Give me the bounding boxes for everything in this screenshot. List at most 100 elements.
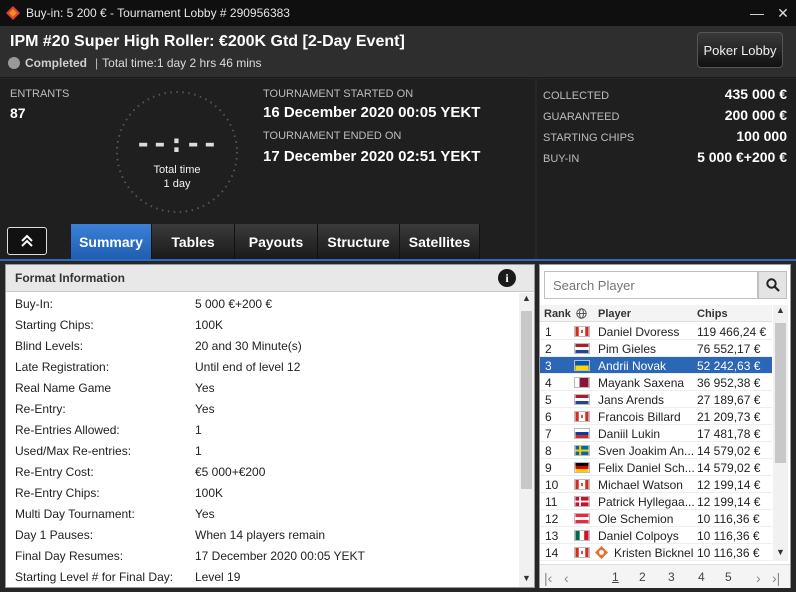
- player-row[interactable]: 7 Daniil Lukin 17 481,78 €: [540, 425, 772, 442]
- tab-summary[interactable]: Summary: [71, 224, 152, 259]
- prev-page-icon[interactable]: ‹: [564, 570, 569, 586]
- player-chips: 36 952,38 €: [697, 376, 761, 390]
- format-key: Used/Max Re-entries:: [15, 444, 132, 458]
- format-value: 100K: [195, 318, 224, 332]
- collapse-button[interactable]: [7, 227, 47, 255]
- last-page-icon[interactable]: ›|: [772, 570, 780, 586]
- format-row: Multi Day Tournament: Yes: [6, 503, 518, 524]
- player-row[interactable]: 1 Daniel Dvoress 119 466,24 €: [540, 323, 772, 340]
- buyin-value: 5 000 €+200 €: [697, 149, 787, 165]
- format-title: Format Information: [15, 271, 125, 285]
- format-value: Yes: [195, 507, 215, 521]
- format-key: Buy-In:: [15, 297, 54, 311]
- col-chips[interactable]: Chips: [697, 308, 728, 320]
- player-rank: 4: [545, 376, 552, 390]
- player-name: Daniel Colpoys: [598, 529, 679, 543]
- tab-structure[interactable]: Structure: [318, 224, 400, 259]
- status-separator: |: [95, 56, 99, 70]
- player-row[interactable]: 10 Michael Watson 12 199,14 €: [540, 476, 772, 493]
- players-scrollbar[interactable]: ▲ ▼: [773, 305, 788, 561]
- scroll-thumb[interactable]: [521, 311, 532, 489]
- next-page-icon[interactable]: ›: [756, 570, 761, 586]
- started-value: 16 December 2020 00:05 YEKT: [263, 104, 481, 121]
- format-key: Re-Entries Allowed:: [15, 423, 120, 437]
- format-key: Re-Entry Chips:: [15, 486, 100, 500]
- flag-nl-icon: [574, 343, 590, 354]
- player-rank: 1: [545, 325, 552, 339]
- flag-de-icon: [574, 462, 590, 473]
- title-bar: Buy-in: 5 200 € - Tournament Lobby # 290…: [0, 0, 796, 26]
- tab-tables[interactable]: Tables: [152, 224, 235, 259]
- player-row[interactable]: 11 Patrick Hyllegaa... 12 199,14 €: [540, 493, 772, 510]
- info-icon[interactable]: i: [498, 269, 516, 287]
- guaranteed-label: GUARANTEED: [543, 111, 620, 123]
- col-player[interactable]: Player: [598, 308, 631, 320]
- page-link[interactable]: 4: [698, 570, 705, 584]
- scroll-down-icon[interactable]: ▼: [519, 573, 534, 587]
- format-value: When 14 players remain: [195, 528, 326, 542]
- player-name: Felix Daniel Sch...: [598, 461, 695, 475]
- players-pager: |‹ ‹ 1 2 3 4 5 › ›|: [540, 564, 790, 588]
- format-value: 100K: [195, 486, 224, 500]
- page-link[interactable]: 3: [668, 570, 675, 584]
- tournament-lobby-window: Buy-in: 5 200 € - Tournament Lobby # 290…: [0, 0, 796, 592]
- format-row: Re-Entry: Yes: [6, 398, 518, 419]
- search-player-input[interactable]: [545, 272, 757, 298]
- format-value: 5 000 €+200 €: [195, 297, 273, 311]
- close-button[interactable]: ✕: [770, 0, 796, 26]
- format-row: Used/Max Re-entries: 1: [6, 440, 518, 461]
- player-chips: 10 116,36 €: [697, 529, 760, 543]
- player-chips: 17 481,78 €: [697, 427, 761, 441]
- entrants-label: ENTRANTS: [10, 88, 70, 100]
- clock-digits: --:--: [135, 129, 219, 159]
- player-row[interactable]: 8 Sven Joakim An... 14 579,02 €: [540, 442, 772, 459]
- format-value: €5 000+€200: [195, 465, 266, 479]
- player-row[interactable]: 12 Ole Schemion 10 116,36 €: [540, 510, 772, 527]
- first-page-icon[interactable]: |‹: [544, 570, 552, 586]
- minimize-button[interactable]: —: [744, 0, 770, 26]
- globe-icon[interactable]: [576, 308, 587, 319]
- starting-chips-row: STARTING CHIPS 100 000: [543, 128, 787, 144]
- player-row[interactable]: 13 Daniel Colpoys 10 116,36 €: [540, 527, 772, 544]
- page-link[interactable]: 1: [612, 570, 619, 584]
- search-button[interactable]: [758, 271, 787, 299]
- player-row[interactable]: 5 Jans Arends 27 189,67 €: [540, 391, 772, 408]
- player-row[interactable]: 6 Francois Billard 21 209,73 €: [540, 408, 772, 425]
- flag-ru-icon: [574, 428, 590, 439]
- format-value: Level 19: [195, 570, 241, 584]
- player-rank: 6: [545, 410, 552, 424]
- format-row: Day 1 Pauses: When 14 players remain: [6, 524, 518, 545]
- player-rank: 11: [545, 495, 558, 509]
- format-key: Blind Levels:: [15, 339, 84, 353]
- format-key: Starting Chips:: [15, 318, 94, 332]
- scroll-up-icon[interactable]: ▲: [519, 293, 534, 307]
- window-title: Buy-in: 5 200 € - Tournament Lobby # 290…: [26, 6, 290, 20]
- format-row: Re-Entry Chips: 100K: [6, 482, 518, 503]
- poker-lobby-button[interactable]: Poker Lobby: [697, 32, 783, 68]
- clock-caption-total: Total time: [153, 164, 201, 176]
- player-rank: 12: [545, 512, 559, 526]
- player-row[interactable]: 3 Andrii Novak 52 242,63 €: [540, 357, 772, 374]
- player-row[interactable]: 14 Kristen Bicknel 10 116,36 €: [540, 544, 772, 561]
- scroll-down-icon[interactable]: ▼: [773, 547, 788, 561]
- player-row[interactable]: 2 Pim Gieles 76 552,17 €: [540, 340, 772, 357]
- player-row[interactable]: 4 Mayank Saxena 36 952,38 €: [540, 374, 772, 391]
- player-name: Daniel Dvoress: [598, 325, 680, 339]
- search-box[interactable]: [544, 271, 758, 299]
- format-rows: Buy-In: 5 000 €+200 € Starting Chips: 100K…: [6, 293, 518, 587]
- tab-satellites[interactable]: Satellites: [400, 224, 480, 259]
- player-name: Jans Arends: [598, 393, 665, 407]
- format-scrollbar[interactable]: ▲ ▼: [519, 293, 534, 587]
- player-row[interactable]: 9 Felix Daniel Sch... 14 579,02 €: [540, 459, 772, 476]
- player-name: Michael Watson: [598, 478, 683, 492]
- page-link[interactable]: 2: [639, 570, 646, 584]
- scroll-up-icon[interactable]: ▲: [773, 305, 788, 319]
- tab-payouts[interactable]: Payouts: [235, 224, 318, 259]
- scroll-thumb[interactable]: [775, 323, 786, 463]
- format-value: 17 December 2020 00:05 YEKT: [195, 549, 365, 563]
- format-row: Re-Entries Allowed: 1: [6, 419, 518, 440]
- col-rank[interactable]: Rank: [544, 308, 571, 320]
- format-key: Day 1 Pauses:: [15, 528, 94, 542]
- format-key: Starting Level # for Final Day:: [15, 570, 174, 584]
- page-link[interactable]: 5: [725, 570, 732, 584]
